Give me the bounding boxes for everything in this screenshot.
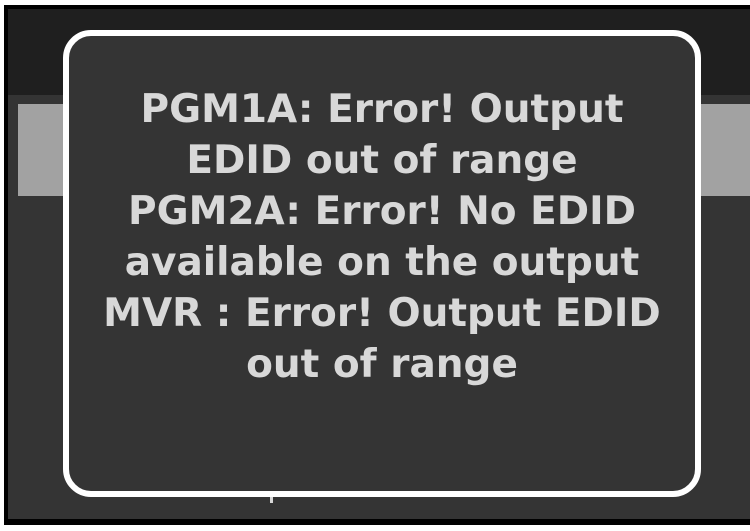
error-line-1: PGM1A: Error! Output <box>140 87 624 132</box>
error-line-3: PGM2A: Error! No EDID <box>127 189 637 234</box>
error-line-4: available on the output <box>124 240 640 285</box>
error-line-5: MVR : Error! Output EDID <box>103 291 661 336</box>
error-line-6: out of range <box>246 342 518 387</box>
error-message: PGM1A: Error! Output EDID out of range P… <box>69 84 695 390</box>
error-dialog[interactable]: PGM1A: Error! Output EDID out of range P… <box>63 30 701 497</box>
error-line-2: EDID out of range <box>186 138 578 183</box>
